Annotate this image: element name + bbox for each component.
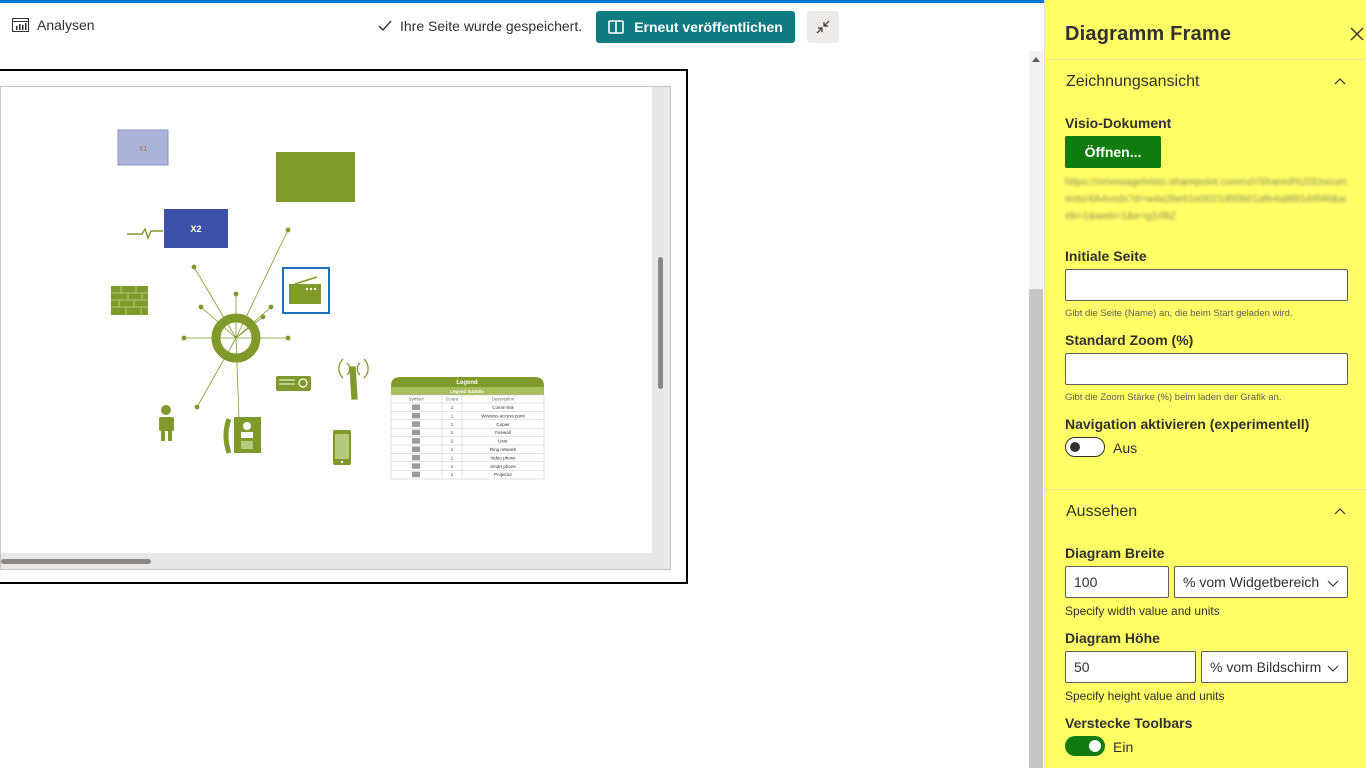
collapse-icon bbox=[816, 20, 830, 34]
legend-row-description: Projector bbox=[494, 472, 513, 477]
ring-network-icon[interactable] bbox=[181, 227, 291, 418]
legend-row-symbol bbox=[412, 429, 420, 436]
network-diagram[interactable]: X1 X2 Legend Legend Subtitle Symbol Coun… bbox=[1, 87, 653, 555]
legend-row-symbol bbox=[412, 454, 420, 461]
republish-label: Erneut veröffentlichen bbox=[634, 19, 783, 35]
shape-x1-label: X1 bbox=[139, 146, 148, 153]
legend-row-symbol bbox=[412, 463, 420, 469]
comm-link-icon[interactable] bbox=[127, 227, 163, 240]
legend-row-description: Copier bbox=[496, 422, 510, 427]
group-appearance-header[interactable]: Aussehen bbox=[1045, 490, 1366, 534]
initial-page-hint: Gibt die Seite (Name) an, die beim Start… bbox=[1065, 308, 1293, 319]
wireless-access-point-icon[interactable] bbox=[338, 358, 369, 400]
zoom-label: Standard Zoom (%) bbox=[1065, 332, 1194, 348]
viewer-vertical-thumb[interactable] bbox=[658, 257, 663, 389]
hide-toolbars-toggle-knob bbox=[1089, 740, 1101, 752]
diagram-width-hint: Specify width value and units bbox=[1065, 604, 1220, 618]
video-phone-icon[interactable] bbox=[223, 417, 261, 454]
diagram-width-label: Diagram Breite bbox=[1065, 545, 1165, 561]
legend-row-description: Smart phone bbox=[490, 464, 516, 469]
legend-col-symbol: Symbol bbox=[408, 397, 423, 402]
book-icon bbox=[608, 20, 625, 34]
legend-col-count: Count bbox=[446, 397, 459, 402]
legend-title: Legend bbox=[456, 380, 478, 386]
document-url-blurred: https://ommsagelvisio.sharepoint.com/u/r… bbox=[1065, 176, 1347, 222]
navigation-toggle[interactable] bbox=[1065, 437, 1105, 457]
legend-row-description: Firewall bbox=[495, 430, 511, 435]
scroll-up-arrow-icon[interactable] bbox=[1032, 57, 1040, 62]
collapse-button[interactable] bbox=[807, 11, 839, 43]
property-pane-title: Diagramm Frame bbox=[1065, 23, 1232, 45]
legend-row-symbol bbox=[412, 404, 420, 410]
user-icon[interactable] bbox=[159, 405, 174, 441]
republish-button[interactable]: Erneut veröffentlichen bbox=[596, 11, 795, 43]
legend-row-symbol bbox=[412, 471, 420, 478]
navigation-toggle-knob bbox=[1070, 442, 1080, 452]
property-pane: Diagramm Frame Zeichnungsansicht Visio-D… bbox=[1044, 0, 1366, 768]
chart-icon bbox=[12, 18, 29, 32]
open-button[interactable]: Öffnen... bbox=[1065, 136, 1161, 168]
analytics-label: Analysen bbox=[37, 17, 95, 33]
legend-row-description: Comm-link bbox=[492, 405, 514, 410]
group-drawing-view-header[interactable]: Zeichnungsansicht bbox=[1045, 60, 1366, 104]
viewer-horizontal-thumb[interactable] bbox=[1, 559, 151, 564]
smart-phone-icon[interactable] bbox=[333, 430, 351, 465]
legend-row-description: Video phone bbox=[490, 455, 516, 460]
viewer-horizontal-scrollbar[interactable] bbox=[1, 553, 670, 569]
close-icon[interactable] bbox=[1349, 26, 1365, 42]
canvas-scroll-thumb[interactable] bbox=[1029, 289, 1043, 768]
visio-viewer[interactable]: X1 X2 Legend Legend Subtitle Symbol Coun… bbox=[0, 86, 671, 570]
diagram-width-input[interactable]: 100 bbox=[1065, 566, 1169, 598]
zoom-input[interactable] bbox=[1065, 353, 1348, 385]
viewer-vertical-scrollbar[interactable] bbox=[652, 87, 670, 569]
save-status: Ihre Seite wurde gespeichert. bbox=[378, 18, 582, 34]
checkmark-icon bbox=[378, 20, 392, 32]
legend-row-symbol bbox=[412, 446, 420, 452]
firewall-icon[interactable] bbox=[111, 286, 148, 315]
hide-toolbars-state: Ein bbox=[1113, 739, 1134, 755]
chevron-down-icon bbox=[1327, 580, 1339, 587]
legend-row-description: User bbox=[498, 439, 508, 444]
chevron-down-icon bbox=[1327, 665, 1339, 672]
legend-table[interactable]: Legend Legend Subtitle Symbol Count Desc… bbox=[390, 377, 545, 480]
visio-document-label: Visio-Dokument bbox=[1065, 115, 1172, 131]
diagram-height-unit-value: % vom Bildschirm bbox=[1210, 659, 1322, 675]
canvas-scrollbar[interactable] bbox=[1029, 51, 1043, 768]
diagram-height-input[interactable]: 50 bbox=[1065, 651, 1196, 683]
diagram-height-hint: Specify height value and units bbox=[1065, 689, 1225, 703]
initial-page-input[interactable] bbox=[1065, 269, 1348, 301]
navigation-label: Navigation aktivieren (experimentell) bbox=[1065, 416, 1310, 432]
save-status-text: Ihre Seite wurde gespeichert. bbox=[400, 18, 583, 34]
legend-row-symbol bbox=[412, 412, 420, 419]
diagram-width-unit-dropdown[interactable]: % vom Widgetbereich bbox=[1174, 566, 1348, 598]
navigation-state: Aus bbox=[1113, 440, 1138, 456]
legend-row-description: Ring network bbox=[490, 447, 517, 452]
legend-row-description: Wireless access point bbox=[481, 413, 525, 418]
initial-page-label: Initiale Seite bbox=[1065, 248, 1147, 264]
legend-row-symbol bbox=[412, 438, 420, 444]
hide-toolbars-label: Verstecke Toolbars bbox=[1065, 715, 1193, 731]
shape-green-rectangle[interactable] bbox=[276, 152, 355, 202]
analytics-button[interactable]: Analysen bbox=[12, 17, 95, 33]
command-bar: Analysen Ihre Seite wurde gespeichert. E… bbox=[0, 3, 1044, 51]
legend-row-symbol bbox=[412, 421, 420, 427]
diagram-height-unit-dropdown[interactable]: % vom Bildschirm bbox=[1201, 651, 1348, 683]
diagram-frame: X1 X2 Legend Legend Subtitle Symbol Coun… bbox=[0, 69, 688, 584]
projector-icon[interactable] bbox=[276, 376, 311, 391]
zoom-hint: Gibt die Zoom Stärke (%) beim laden der … bbox=[1065, 392, 1282, 403]
group-appearance-title: Aussehen bbox=[1066, 503, 1138, 520]
group-drawing-view-title: Zeichnungsansicht bbox=[1066, 73, 1200, 90]
legend-col-description: Description bbox=[492, 397, 515, 402]
property-pane-header: Diagramm Frame bbox=[1045, 0, 1366, 60]
diagram-height-label: Diagram Höhe bbox=[1065, 630, 1160, 646]
shape-x2-label: X2 bbox=[190, 224, 201, 234]
legend-subtitle: Legend Subtitle bbox=[450, 389, 484, 394]
router-icon[interactable] bbox=[289, 276, 321, 304]
hide-toolbars-toggle[interactable] bbox=[1065, 736, 1105, 756]
chevron-up-icon bbox=[1334, 78, 1346, 85]
diagram-width-unit-value: % vom Widgetbereich bbox=[1183, 574, 1320, 590]
chevron-up-icon bbox=[1334, 508, 1346, 515]
